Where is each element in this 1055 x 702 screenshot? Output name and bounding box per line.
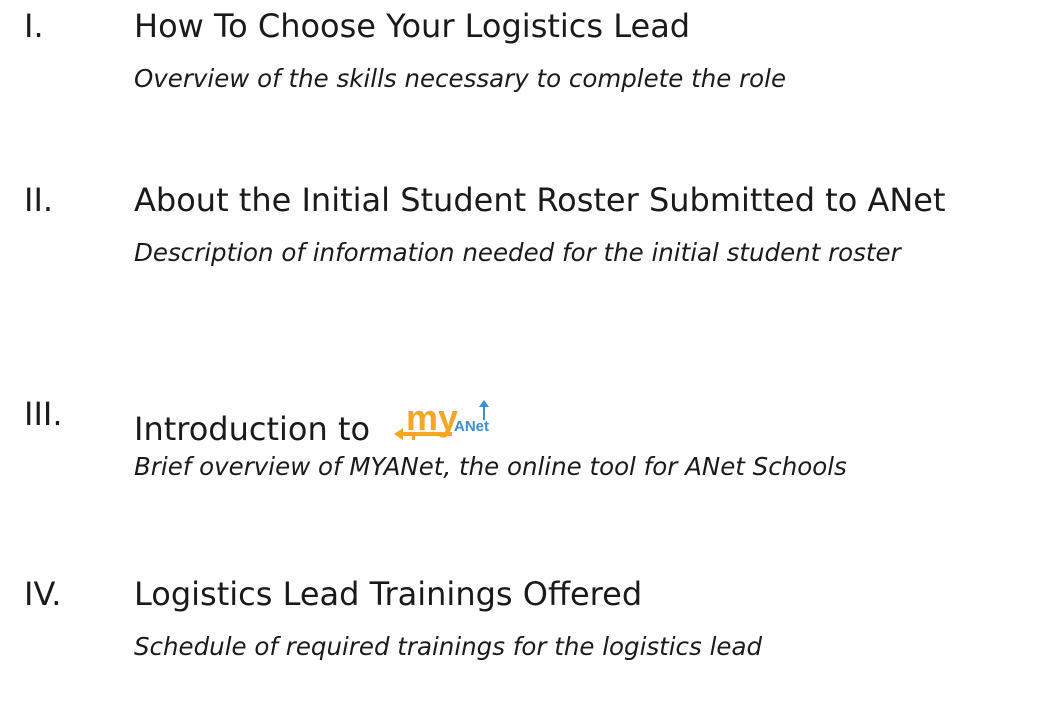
outline-heading: How To Choose Your Logistics Lead <box>134 7 691 45</box>
outline-numeral: III. <box>24 395 63 433</box>
outline-heading-text: Introduction to <box>134 410 371 448</box>
outline-numeral: IV. <box>24 575 62 613</box>
outline-subtitle: Description of information needed for th… <box>134 238 901 267</box>
outline-heading-with-logo: Introduction to my ANet <box>134 394 494 449</box>
myanet-logo-anet-text: ANet <box>454 418 489 435</box>
outline-subtitle: Schedule of required trainings for the l… <box>134 632 763 661</box>
outline-subtitle: Brief overview of MYANet, the online too… <box>134 452 847 481</box>
myanet-logo-up-arrow-stem <box>483 406 486 420</box>
outline-subtitle: Overview of the skills necessary to comp… <box>134 64 787 93</box>
outline-heading: About the Initial Student Roster Submitt… <box>134 181 946 219</box>
myanet-logo-graphic: my ANet <box>394 397 490 440</box>
myanet-logo: my ANet <box>394 397 494 453</box>
myanet-logo-my-text: my <box>406 398 458 438</box>
outline-heading: Logistics Lead Trainings Offered <box>134 575 643 613</box>
outline-numeral: I. <box>24 7 44 45</box>
myanet-logo-up-arrow-head <box>479 400 490 407</box>
outline-numeral: II. <box>24 181 54 219</box>
